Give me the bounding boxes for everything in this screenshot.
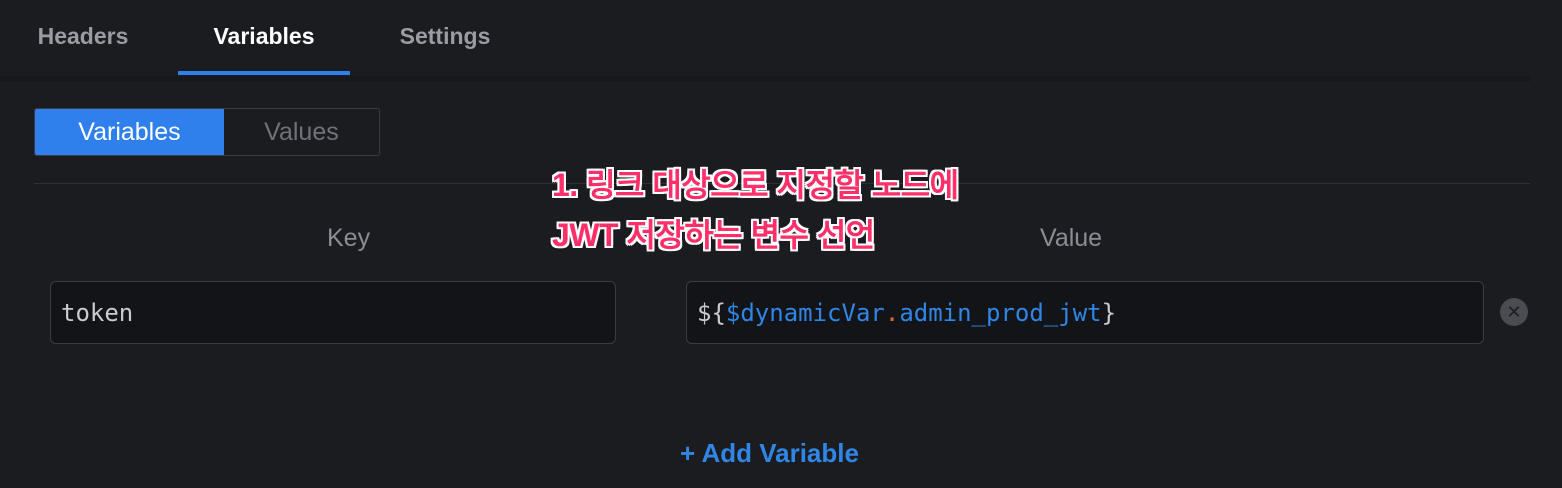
key-text: token [61, 298, 134, 327]
panel-header-band [0, 76, 1530, 82]
tab-variables[interactable]: Variables [178, 0, 350, 72]
variable-value-input[interactable]: ${$dynamicVar. admin_prod_jwt} [686, 281, 1484, 344]
value-column-header: Value [1040, 224, 1103, 252]
value-property: admin_prod_jwt [899, 298, 1102, 327]
variables-values-toggle: Variables Values [34, 108, 380, 156]
value-prefix: ${ [697, 298, 726, 327]
annotation-line-2: JWT 저장하는 변수 선언 [552, 217, 875, 253]
annotation-line-1: 1. 링크 대상으로 지정할 노드에 [552, 167, 959, 203]
key-column-header: Key [327, 224, 371, 252]
active-tab-indicator [178, 71, 350, 75]
value-dynamic-var: $dynamicVar [725, 298, 885, 327]
value-dot: . [884, 298, 900, 327]
tab-bar: Headers Variables Settings [0, 0, 1562, 76]
annotation-callout: 1. 링크 대상으로 지정할 노드에 JWT 저장하는 변수 선언 [552, 160, 959, 260]
toggle-values-button[interactable]: Values [224, 109, 379, 155]
close-circle-icon[interactable]: ✕ [1500, 298, 1528, 326]
variable-key-input[interactable]: token [50, 281, 616, 344]
add-variable-button[interactable]: + Add Variable [680, 438, 859, 469]
toggle-variables-button[interactable]: Variables [35, 109, 224, 155]
value-suffix: } [1101, 298, 1117, 327]
tab-settings[interactable]: Settings [396, 0, 494, 72]
tab-headers[interactable]: Headers [34, 0, 132, 72]
variables-editor: Headers Variables Settings Variables Val… [0, 0, 1562, 488]
